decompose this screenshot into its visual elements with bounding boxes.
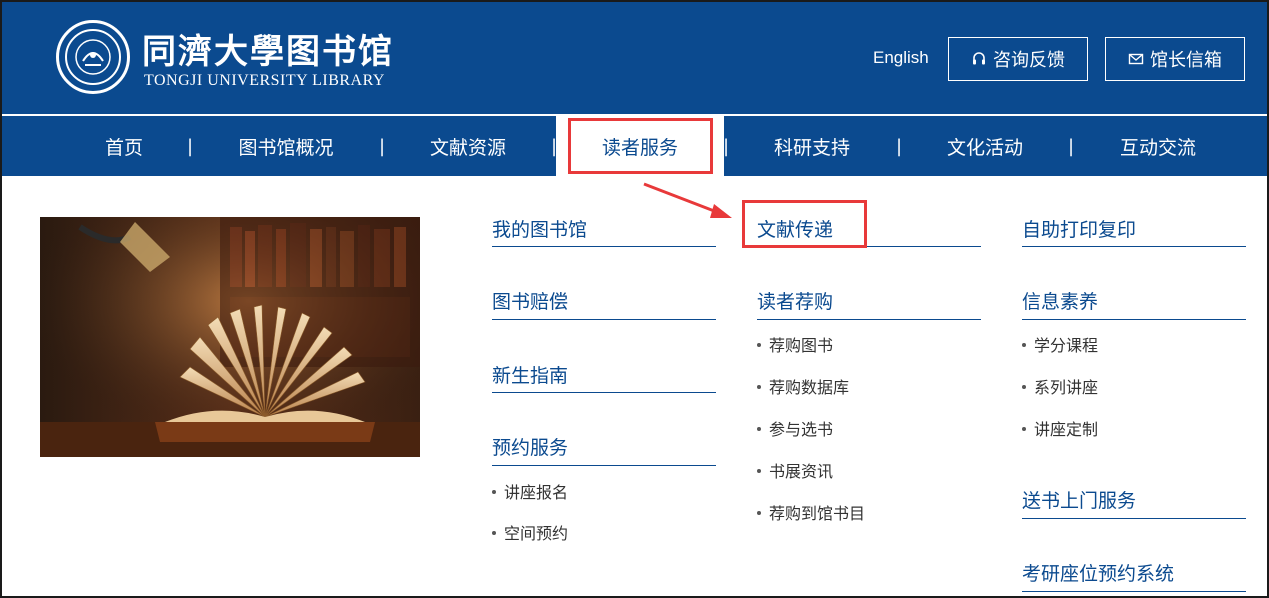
nav-separator: | (896, 136, 903, 157)
menu-exam-seat-booking[interactable]: 考研座位预约系统 (1022, 559, 1174, 586)
menu-my-library[interactable]: 我的图书馆 (492, 215, 587, 242)
menu-freshman-guide[interactable]: 新生指南 (492, 361, 568, 388)
open-book-image (40, 217, 420, 457)
submenu-recommend-books[interactable]: 荐购图书 (757, 332, 833, 356)
submenu-participate-selection[interactable]: 参与选书 (757, 416, 833, 440)
submenu-label: 讲座报名 (504, 483, 569, 502)
consult-feedback-button[interactable]: 咨询反馈 (948, 37, 1088, 81)
menu-divider (1022, 319, 1246, 320)
director-mailbox-button[interactable]: 馆长信箱 (1105, 37, 1245, 81)
nav-item-research-support[interactable]: 科研支持 (752, 116, 872, 176)
bullet-icon (492, 530, 496, 535)
submenu-label: 荐购到馆书目 (769, 504, 866, 523)
logo-title-en[interactable]: TONGJI UNIVERSITY LIBRARY (144, 72, 385, 90)
logo-title-cn[interactable]: 同濟大學图书馆 (142, 24, 394, 73)
nav-separator: | (187, 136, 194, 157)
bullet-icon (757, 426, 761, 431)
university-seal-icon[interactable] (56, 20, 130, 94)
submenu-credit-courses[interactable]: 学分课程 (1022, 332, 1098, 356)
menu-divider (757, 246, 981, 247)
menu-divider (492, 392, 716, 393)
nav-item-resources[interactable]: 文献资源 (410, 116, 526, 176)
english-link[interactable]: English (873, 48, 929, 68)
submenu-label: 荐购数据库 (769, 378, 850, 397)
bullet-icon (757, 510, 761, 515)
menu-reader-recommend[interactable]: 读者荐购 (757, 287, 833, 314)
submenu-label: 参与选书 (769, 420, 834, 439)
submenu-lecture-signup[interactable]: 讲座报名 (492, 479, 568, 503)
menu-self-print[interactable]: 自助打印复印 (1022, 215, 1136, 242)
menu-divider (1022, 246, 1246, 247)
menu-reservation-service[interactable]: 预约服务 (492, 433, 568, 460)
submenu-label: 讲座定制 (1034, 420, 1099, 439)
nav-item-about[interactable]: 图书馆概况 (222, 116, 350, 176)
submenu-arrived-list[interactable]: 荐购到馆书目 (757, 500, 865, 524)
bullet-icon (757, 468, 761, 473)
bullet-icon (757, 342, 761, 347)
menu-divider (492, 246, 716, 247)
main-nav: 首页 | 图书馆概况 | 文献资源 | 读者服务 | 科研支持 | 文化活动 |… (2, 116, 1267, 176)
nav-separator: | (723, 136, 730, 157)
nav-item-reader-services[interactable]: 读者服务 (556, 116, 724, 176)
submenu-book-fair-news[interactable]: 书展资讯 (757, 458, 833, 482)
menu-book-compensation[interactable]: 图书赔偿 (492, 287, 568, 314)
nav-separator: | (379, 136, 386, 157)
menu-divider (492, 319, 716, 320)
menu-book-delivery[interactable]: 送书上门服务 (1022, 486, 1136, 513)
headset-icon (973, 52, 985, 65)
menu-document-delivery[interactable]: 文献传递 (757, 215, 833, 242)
menu-divider (1022, 518, 1246, 519)
consult-feedback-label: 咨询反馈 (993, 50, 1065, 71)
bullet-icon (1022, 384, 1026, 389)
submenu-lecture-series[interactable]: 系列讲座 (1022, 374, 1098, 398)
nav-item-home[interactable]: 首页 (74, 116, 174, 176)
nav-item-interaction[interactable]: 互动交流 (1098, 116, 1218, 176)
submenu-space-booking[interactable]: 空间预约 (492, 520, 568, 544)
submenu-label: 空间预约 (504, 524, 569, 543)
menu-divider (1022, 591, 1246, 592)
site-header: 同濟大學图书馆 TONGJI UNIVERSITY LIBRARY Englis… (2, 2, 1267, 114)
director-mailbox-label: 馆长信箱 (1150, 50, 1222, 71)
bullet-icon (492, 489, 496, 494)
bullet-icon (1022, 426, 1026, 431)
menu-divider (492, 465, 716, 466)
annotation-arrow-icon (643, 182, 732, 218)
submenu-label: 书展资讯 (769, 462, 834, 481)
mail-icon (1128, 53, 1144, 65)
bullet-icon (1022, 342, 1026, 347)
menu-divider (757, 319, 981, 320)
bullet-icon (757, 384, 761, 389)
submenu-label: 荐购图书 (769, 336, 834, 355)
submenu-label: 学分课程 (1034, 336, 1099, 355)
menu-info-literacy[interactable]: 信息素养 (1022, 287, 1098, 314)
submenu-label: 系列讲座 (1034, 378, 1099, 397)
nav-item-culture-events[interactable]: 文化活动 (927, 116, 1043, 176)
submenu-custom-lecture[interactable]: 讲座定制 (1022, 416, 1098, 440)
page-frame: 同濟大學图书馆 TONGJI UNIVERSITY LIBRARY Englis… (0, 0, 1269, 598)
nav-separator: | (1068, 136, 1075, 157)
submenu-recommend-databases[interactable]: 荐购数据库 (757, 374, 849, 398)
